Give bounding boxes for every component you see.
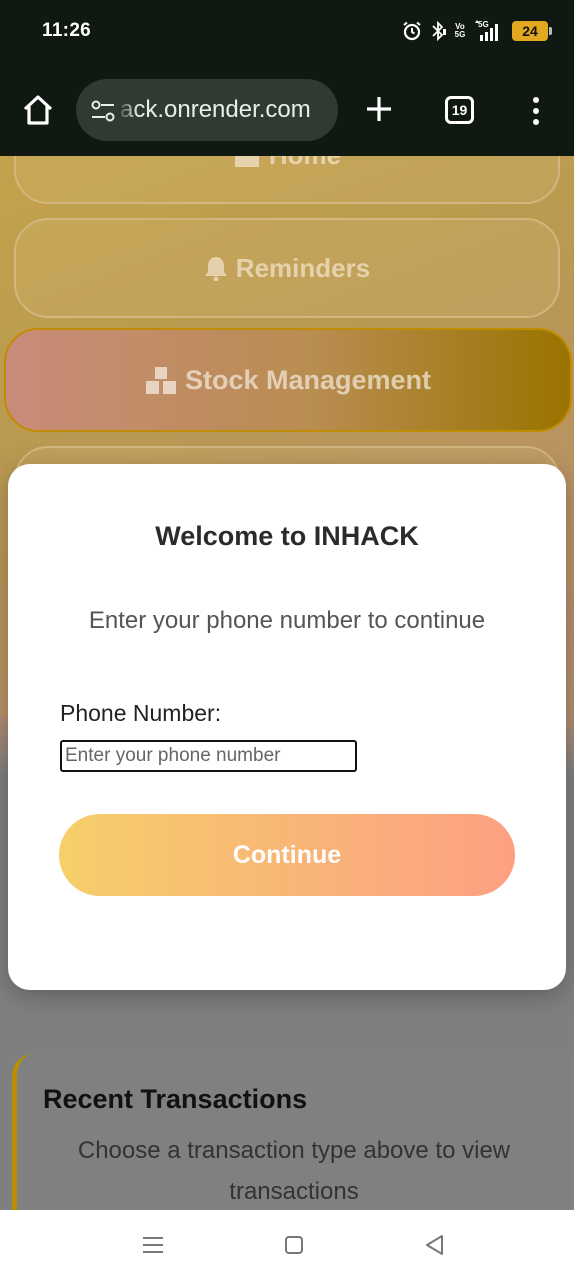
house-icon bbox=[234, 156, 259, 167]
menu-icon[interactable] bbox=[143, 1236, 163, 1254]
home-square-icon[interactable] bbox=[285, 1236, 303, 1254]
modal-subtitle: Enter your phone number to continue bbox=[88, 607, 486, 634]
url-text[interactable]: ack.onrender.com bbox=[120, 96, 311, 124]
nav-reminders-label: Reminders bbox=[235, 252, 371, 283]
tune-icon[interactable] bbox=[90, 99, 116, 123]
bell-icon bbox=[204, 257, 227, 281]
boxes-icon bbox=[145, 367, 176, 394]
nav-home-label: Home bbox=[269, 156, 341, 171]
recent-transactions-card: Recent Transactions Choose a transaction… bbox=[12, 1054, 574, 1210]
plus-icon[interactable] bbox=[364, 94, 394, 124]
nav-home-button[interactable]: Home bbox=[14, 156, 560, 204]
tabs-icon[interactable]: 19 bbox=[445, 96, 474, 124]
home-icon[interactable] bbox=[18, 90, 58, 130]
more-vert-icon[interactable] bbox=[526, 96, 546, 126]
bluetooth-icon bbox=[432, 21, 446, 41]
back-icon[interactable] bbox=[424, 1234, 444, 1256]
system-navigation-bar bbox=[0, 1210, 574, 1280]
battery-icon: 24 bbox=[512, 21, 552, 41]
nav-stock-management-button[interactable]: Stock Management bbox=[4, 328, 572, 432]
status-icons: Vo 5G 5G 24 bbox=[402, 20, 552, 42]
signal-icon: 5G bbox=[475, 20, 498, 41]
transactions-title: Recent Transactions bbox=[43, 1084, 308, 1114]
browser-toolbar: ack.onrender.com 19 bbox=[0, 66, 574, 156]
nav-stock-label: Stock Management bbox=[184, 364, 432, 395]
modal-title: Welcome to INHACK bbox=[155, 521, 419, 551]
volte-icon: Vo 5G bbox=[454, 22, 466, 39]
status-bar: 11:26 Vo 5G 5G 24 bbox=[0, 0, 574, 66]
phone-number-label: Phone Number: bbox=[60, 700, 222, 726]
url-fade bbox=[116, 79, 138, 141]
nav-reminders-button[interactable]: Reminders bbox=[14, 218, 560, 318]
phone-number-input[interactable] bbox=[60, 740, 357, 772]
svg-text:5G: 5G bbox=[478, 20, 489, 29]
transactions-subtitle: Choose a transaction type above to view … bbox=[77, 1137, 511, 1205]
alarm-icon bbox=[403, 21, 421, 41]
login-modal: Welcome to INHACK Enter your phone numbe… bbox=[8, 464, 566, 990]
status-time: 11:26 bbox=[42, 20, 92, 41]
continue-button[interactable]: Continue bbox=[59, 814, 515, 896]
address-bar[interactable]: ack.onrender.com bbox=[76, 79, 338, 141]
